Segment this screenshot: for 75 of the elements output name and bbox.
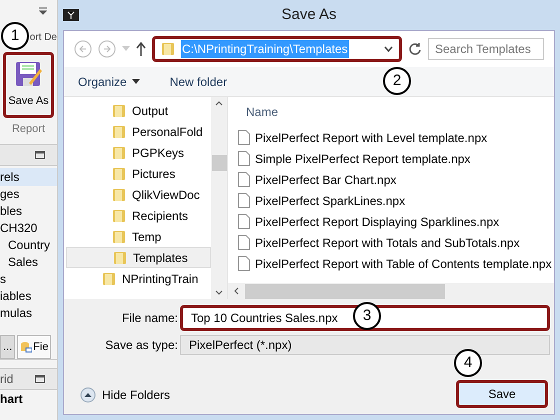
- dropdown-icon[interactable]: [384, 46, 393, 52]
- file-icon: [238, 214, 250, 229]
- file-list-item[interactable]: Simple PixelPerfect Report template.npx: [255, 150, 470, 168]
- field-label: Save as type:: [104, 337, 178, 354]
- tree-item[interactable]: mulas: [0, 304, 57, 322]
- folder-tree-item[interactable]: Recipients: [66, 205, 211, 226]
- folder-tree-item[interactable]: QlikViewDoc: [66, 184, 211, 205]
- toolbar-button[interactable]: New folder: [170, 72, 228, 90]
- panel-tab[interactable]: Fie: [17, 335, 52, 359]
- file-icon: [238, 235, 250, 250]
- folder-tree-item[interactable]: Output: [66, 100, 211, 121]
- restore-icon[interactable]: [35, 151, 45, 159]
- panel-tab[interactable]: ...: [0, 335, 16, 359]
- window-title: Save As: [281, 4, 337, 25]
- save-type-dropdown[interactable]: PixelPerfect (*.npx): [180, 335, 550, 355]
- tree-item[interactable]: Sales: [8, 252, 57, 270]
- folder-tree-item[interactable]: Temp: [66, 226, 211, 247]
- folder-icon: [112, 104, 126, 118]
- folder-icon: [112, 188, 126, 202]
- restore-icon[interactable]: [35, 375, 45, 383]
- folder-icon: [113, 250, 127, 264]
- folder-icon: [161, 42, 175, 56]
- horizontal-scrollbar[interactable]: [228, 283, 554, 299]
- caret-icon: [132, 79, 140, 84]
- folder-icon: [112, 230, 126, 244]
- file-list-item[interactable]: PixelPerfect Report Displaying Sparklines.npx: [255, 212, 500, 230]
- file-list-item[interactable]: PixelPerfect Report with Totals and SubTotals.npx: [255, 234, 520, 252]
- file-list-item[interactable]: PixelPerfect Report with Level template.npx: [255, 128, 488, 146]
- file-list-item[interactable]: PixelPerfect Bar Chart.npx: [255, 170, 396, 188]
- app-icon: [63, 9, 79, 21]
- ribbon-group-label: Report: [12, 122, 46, 137]
- toolbar-button[interactable]: Organize: [78, 72, 140, 90]
- refresh-icon[interactable]: [408, 42, 422, 56]
- field-label: File name:: [120, 310, 178, 327]
- folder-tree-item[interactable]: Templates: [66, 247, 211, 268]
- up-arrow-icon[interactable]: [136, 42, 146, 56]
- folder-icon: [112, 146, 126, 160]
- scroll-down-icon[interactable]: [215, 290, 223, 295]
- folder-tree-item[interactable]: Pictures: [66, 163, 211, 184]
- file-icon: [238, 151, 250, 166]
- tree-item[interactable]: ges: [0, 184, 57, 202]
- file-list-item[interactable]: PixelPerfect Report with Table of Contents template.npx: [255, 254, 552, 272]
- file-icon: [238, 193, 250, 208]
- file-list-item[interactable]: PixelPerfect SparkLines.npx: [255, 192, 406, 210]
- folder-icon: [112, 166, 126, 180]
- save-as-button[interactable]: Save As: [3, 52, 54, 118]
- tree-item[interactable]: iables: [0, 286, 57, 304]
- tree-item[interactable]: CH320: [0, 218, 57, 236]
- folder-icon: [102, 272, 116, 286]
- column-header[interactable]: Name: [238, 97, 554, 127]
- tree-item[interactable]: rels: [0, 168, 57, 186]
- folder-tree-item[interactable]: PersonalFold: [66, 121, 211, 142]
- folder-tree-item[interactable]: PGPKeys: [66, 142, 211, 163]
- hide-folders-button[interactable]: Hide Folders: [68, 386, 170, 408]
- file-icon: [238, 256, 250, 271]
- folder-icon: [112, 208, 126, 222]
- scroll-left-icon[interactable]: [234, 287, 239, 295]
- search-field[interactable]: Search Templates: [428, 38, 544, 60]
- save-button[interactable]: Save: [456, 380, 548, 408]
- tree-item[interactable]: bles: [0, 202, 57, 220]
- dropdown-icon[interactable]: [39, 7, 47, 15]
- scrollbar-thumb[interactable]: [212, 155, 226, 171]
- panel-item: hart: [0, 391, 24, 408]
- scrollbar[interactable]: [211, 97, 227, 299]
- panel-title: rid: [0, 371, 14, 388]
- tree-item[interactable]: s: [0, 270, 57, 288]
- folder-icon: [112, 124, 126, 138]
- ribbon-tab[interactable]: ort De: [30, 30, 57, 44]
- file-icon: [238, 172, 250, 187]
- database-icon: [20, 341, 32, 353]
- folder-tree-item[interactable]: NPrintingTrain: [66, 268, 211, 289]
- scroll-up-icon[interactable]: [215, 101, 223, 106]
- collapse-icon: [80, 387, 96, 403]
- file-icon: [238, 130, 250, 145]
- tree-item[interactable]: Country: [8, 236, 57, 254]
